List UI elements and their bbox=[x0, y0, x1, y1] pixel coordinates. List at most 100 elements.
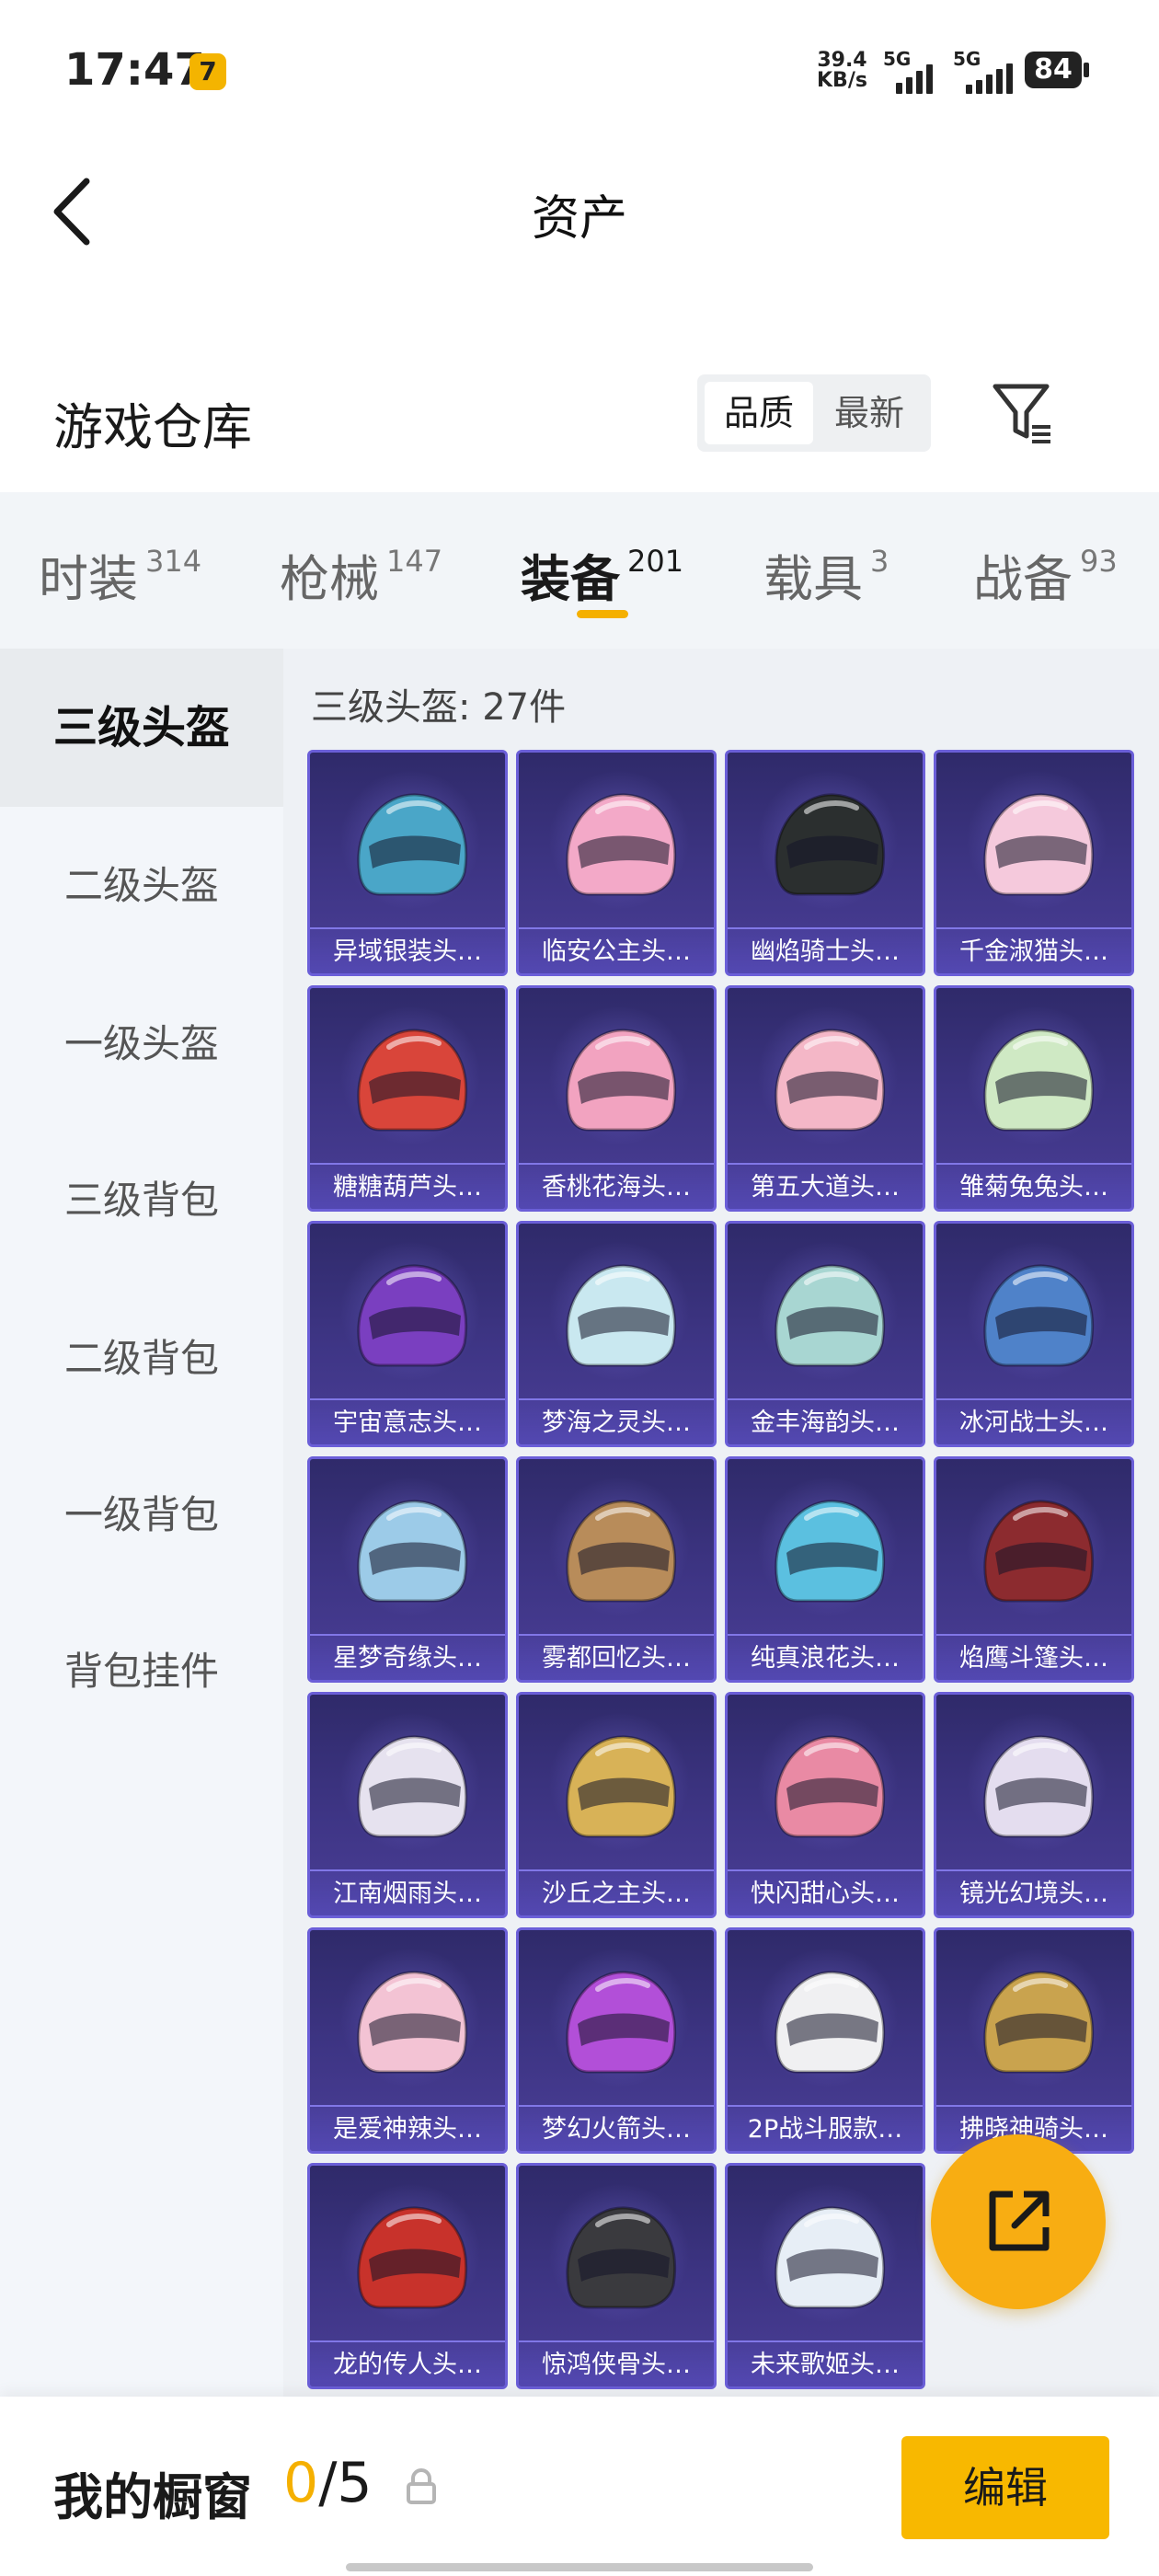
helmet-icon bbox=[566, 1735, 677, 1838]
helmet-item-label: 雾都回忆头… bbox=[519, 1634, 714, 1680]
helmet-item-label: 糖糖葫芦头… bbox=[310, 1163, 505, 1209]
helmet-icon bbox=[357, 1500, 468, 1603]
helmet-icon bbox=[357, 1029, 468, 1132]
sidebar-item-level1-helmet[interactable]: 一级头盔 bbox=[0, 965, 283, 1123]
helmet-icon bbox=[357, 1735, 468, 1838]
category-tabs: 时装 314 枪械 147 装备 201 载具 3 战备 93 bbox=[0, 492, 1159, 649]
tab-name: 装备 bbox=[521, 550, 620, 608]
sidebar-item-level1-backpack[interactable]: 一级背包 bbox=[0, 1436, 283, 1594]
edit-button[interactable]: 编辑 bbox=[901, 2436, 1109, 2539]
helmet-item-card[interactable]: 沙丘之主头… bbox=[516, 1692, 717, 1918]
helmet-icon bbox=[357, 2206, 468, 2309]
net-speed-value: 39.4 bbox=[817, 49, 867, 72]
signal-1-icon: 5G bbox=[883, 48, 953, 94]
helmet-icon bbox=[983, 1029, 1095, 1132]
helmet-item-card[interactable]: 第五大道头… bbox=[725, 985, 925, 1212]
tab-name: 时装 bbox=[39, 550, 138, 608]
tab-name: 载具 bbox=[763, 550, 863, 608]
helmet-item-card[interactable]: 临安公主头… bbox=[516, 750, 717, 976]
helmet-item-card[interactable]: 金丰海韵头… bbox=[725, 1221, 925, 1447]
helmet-icon bbox=[357, 793, 468, 896]
sidebar-item-backpack-charm[interactable]: 背包挂件 bbox=[0, 1593, 283, 1751]
tab-count: 314 bbox=[145, 544, 202, 579]
tab-fashion[interactable]: 时装 314 bbox=[39, 538, 201, 612]
status-bar: 17:47 7 39.4 KB/s 5G 5G 84 bbox=[0, 0, 1159, 138]
sidebar-item-level3-helmet[interactable]: 三级头盔 bbox=[0, 649, 283, 807]
showcase-total: /5 bbox=[318, 2451, 373, 2515]
helmet-item-label: 千金淑猫头… bbox=[936, 927, 1131, 973]
helmet-item-card[interactable]: 宇宙意志头… bbox=[307, 1221, 508, 1447]
helmet-item-label: 星梦奇缘头… bbox=[310, 1634, 505, 1680]
tab-count: 3 bbox=[870, 544, 889, 579]
helmet-item-card[interactable]: 香桃花海头… bbox=[516, 985, 717, 1212]
showcase-label: 我的橱窗 bbox=[53, 2468, 252, 2526]
share-button[interactable] bbox=[931, 2134, 1106, 2309]
helmet-item-label: 宇宙意志头… bbox=[310, 1398, 505, 1444]
helmet-item-label: 镜光幻境头… bbox=[936, 1869, 1131, 1915]
helmet-icon bbox=[983, 1264, 1095, 1367]
helmet-item-card[interactable]: 是爱神辣头… bbox=[307, 1927, 508, 2154]
helmet-item-card[interactable]: 糖糖葫芦头… bbox=[307, 985, 508, 1212]
helmet-item-label: 纯真浪花头… bbox=[728, 1634, 923, 1680]
tab-name: 战备 bbox=[973, 550, 1073, 608]
helmet-item-card[interactable]: 梦幻火箭头… bbox=[516, 1927, 717, 2154]
sort-newest-button[interactable]: 最新 bbox=[815, 382, 924, 444]
helmet-item-label: 临安公主头… bbox=[519, 927, 714, 973]
helmet-item-card[interactable]: 江南烟雨头… bbox=[307, 1692, 508, 1918]
sort-quality-button[interactable]: 品质 bbox=[705, 382, 813, 444]
helmet-icon bbox=[775, 1029, 886, 1132]
tab-count: 93 bbox=[1080, 544, 1118, 579]
helmet-icon bbox=[566, 2206, 677, 2309]
tab-vehicles[interactable]: 载具 3 bbox=[763, 538, 889, 612]
helmet-item-label: 快闪甜心头… bbox=[728, 1869, 923, 1915]
helmet-item-card[interactable]: 龙的传人头… bbox=[307, 2163, 508, 2389]
helmet-icon bbox=[775, 1500, 886, 1603]
helmet-item-card[interactable]: 异域银装头… bbox=[307, 750, 508, 976]
helmet-item-card[interactable]: 惊鸿侠骨头… bbox=[516, 2163, 717, 2389]
helmet-item-card[interactable]: 焰鹰斗篷头… bbox=[934, 1456, 1134, 1683]
sidebar-item-level3-backpack[interactable]: 三级背包 bbox=[0, 1121, 283, 1280]
sidebar-item-level2-backpack[interactable]: 二级背包 bbox=[0, 1280, 283, 1438]
tab-combat-gear[interactable]: 战备 93 bbox=[973, 538, 1118, 612]
helmet-item-card[interactable]: 未来歌姬头… bbox=[725, 2163, 925, 2389]
helmet-item-label: 梦幻火箭头… bbox=[519, 2105, 714, 2151]
helmet-item-card[interactable]: 星梦奇缘头… bbox=[307, 1456, 508, 1683]
helmet-item-card[interactable]: 幽焰骑士头… bbox=[725, 750, 925, 976]
app-notification-icon: 7 bbox=[189, 53, 226, 90]
active-tab-indicator bbox=[577, 610, 628, 618]
helmet-item-card[interactable]: 镜光幻境头… bbox=[934, 1692, 1134, 1918]
helmet-item-label: 第五大道头… bbox=[728, 1163, 923, 1209]
helmet-item-card[interactable]: 雏菊兔兔头… bbox=[934, 985, 1134, 1212]
helmet-icon bbox=[775, 1971, 886, 2074]
helmet-item-label: 沙丘之主头… bbox=[519, 1869, 714, 1915]
helmet-icon bbox=[983, 793, 1095, 896]
helmet-item-label: 江南烟雨头… bbox=[310, 1869, 505, 1915]
grid-title: 三级头盔: 27件 bbox=[311, 686, 567, 729]
helmet-icon bbox=[566, 1500, 677, 1603]
helmet-item-label: 是爱神辣头… bbox=[310, 2105, 505, 2151]
helmet-item-card[interactable]: 冰河战士头… bbox=[934, 1221, 1134, 1447]
tab-count: 201 bbox=[627, 544, 684, 579]
helmet-item-card[interactable]: 梦海之灵头… bbox=[516, 1221, 717, 1447]
net-speed-unit: KB/s bbox=[817, 69, 867, 92]
helmet-item-card[interactable]: 雾都回忆头… bbox=[516, 1456, 717, 1683]
helmet-item-label: 2P战斗服款… bbox=[728, 2105, 923, 2151]
battery-icon: 84 bbox=[1025, 52, 1082, 88]
share-icon bbox=[989, 2191, 1050, 2251]
helmet-item-card[interactable]: 纯真浪花头… bbox=[725, 1456, 925, 1683]
helmet-item-card[interactable]: 千金淑猫头… bbox=[934, 750, 1134, 976]
lock-icon bbox=[405, 2467, 438, 2504]
tab-equipment[interactable]: 装备 201 bbox=[521, 538, 683, 612]
home-indicator[interactable] bbox=[346, 2563, 813, 2571]
helmet-icon bbox=[566, 1264, 677, 1367]
showcase-count: 0/5 bbox=[283, 2451, 373, 2515]
tab-weapons[interactable]: 枪械 147 bbox=[280, 538, 442, 612]
sidebar-item-level2-helmet[interactable]: 二级头盔 bbox=[0, 807, 283, 965]
helmet-icon bbox=[775, 2206, 886, 2309]
helmet-icon bbox=[775, 1264, 886, 1367]
filter-icon[interactable] bbox=[990, 379, 1058, 449]
helmet-item-card[interactable]: 拂晓神骑头… bbox=[934, 1927, 1134, 2154]
helmet-icon bbox=[983, 1735, 1095, 1838]
helmet-item-card[interactable]: 2P战斗服款… bbox=[725, 1927, 925, 2154]
helmet-item-card[interactable]: 快闪甜心头… bbox=[725, 1692, 925, 1918]
